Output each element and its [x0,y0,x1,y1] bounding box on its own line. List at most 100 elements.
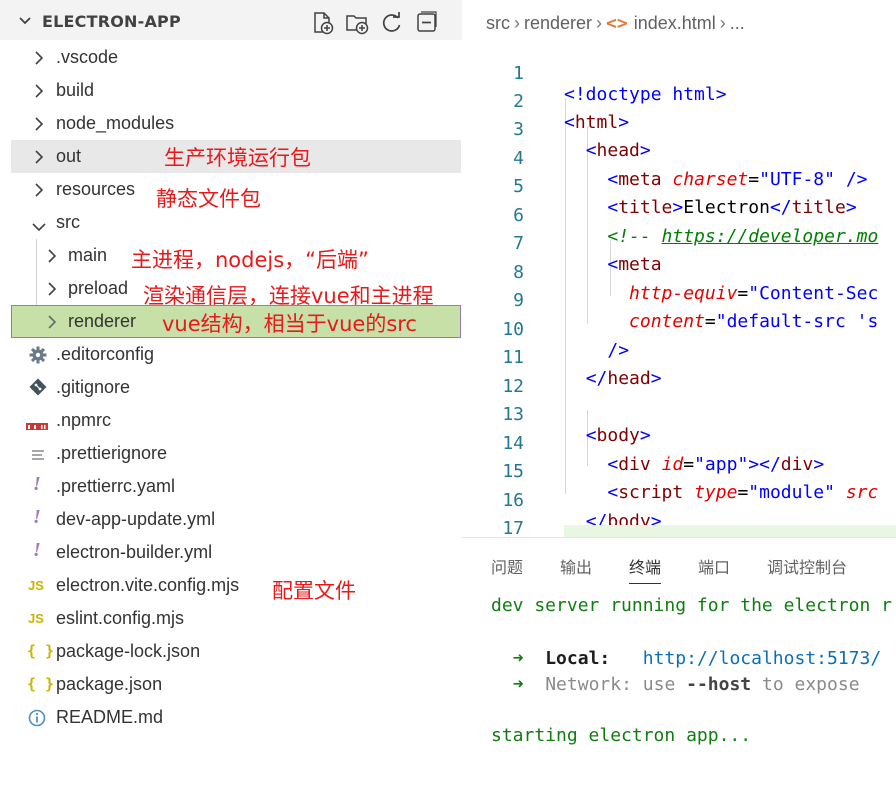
code-line[interactable]: 14 <div id="app"></div> [462,412,896,475]
explorer-panel: ELECTRON-APP .vscode build node_modules … [0,0,462,784]
chevron-down-icon[interactable] [18,13,32,32]
info-icon [28,709,46,732]
tree-item-build[interactable]: build [11,74,461,107]
tab-problems[interactable]: 问题 [491,554,523,578]
yaml-icon: ! [33,473,41,495]
tree-item-dev-app-update[interactable]: ! dev-app-update.yml [11,503,461,536]
tree-item-label: .vscode [56,47,119,67]
breadcrumb: src › renderer › <> index.html ›... [486,13,745,34]
tree-item-src[interactable]: src [11,206,461,239]
code-line[interactable]: 10 /> [462,298,896,361]
line-number: 17 [502,518,524,537]
tree-item-node-modules[interactable]: node_modules [11,107,461,140]
terminal-line: ➜ Local: http://localhost:5173/ [491,648,882,669]
tree-item-vscode[interactable]: .vscode [11,41,461,74]
explorer-header[interactable]: ELECTRON-APP [0,0,462,40]
terminal-line: dev server running for the electron r [491,595,892,616]
tree-item-label: README.md [56,707,164,727]
tree-item-label: electron.vite.config.mjs [56,575,240,595]
json-icon: { } [27,675,55,693]
tree-item-label: .gitignore [56,377,131,397]
arrow-icon: ➜ [512,648,524,669]
new-folder-icon[interactable] [344,10,370,36]
git-icon [29,378,47,401]
code-line[interactable]: 12 [462,355,896,397]
tree-item-label: out [56,146,82,166]
tree-item-label: build [56,80,95,100]
refresh-icon[interactable] [379,10,405,36]
annotation-renderer: vue结构，相当于vue的src [162,312,417,336]
chevron-right-icon [46,314,58,335]
chevron-right-icon [33,83,45,104]
annotation-config: 配置文件 [272,579,356,603]
terminal-link[interactable]: http://localhost:5173/ [643,648,881,669]
terminal-label: Local: [545,648,611,669]
tree-item-package-json[interactable]: { } package.json [11,668,461,701]
chevron-right-icon: › [719,13,726,33]
yaml-icon: ! [33,539,41,561]
code-line[interactable]: 11 </head> [462,326,896,389]
tab-debug-console[interactable]: 调试控制台 [767,554,847,578]
code-line[interactable]: 2 <html> [462,70,896,133]
yaml-icon: ! [33,506,41,528]
tab-terminal[interactable]: 终端 [629,554,662,584]
code-line[interactable]: 1 <!doctype html> [462,42,896,105]
terminal-line: ➜ Network: use --host to expose [491,674,860,695]
tree-item-electron-builder[interactable]: ! electron-builder.yml [11,536,461,569]
chevron-right-icon [33,50,45,71]
tree-item-label: electron-builder.yml [56,542,213,562]
tree-item-package-lock[interactable]: { } package-lock.json [11,635,461,668]
js-icon: JS [28,611,44,626]
tree-item-label: .npmrc [56,410,112,430]
code-editor[interactable]: src › renderer › <> index.html ›... 1 <!doctyp… [462,0,896,537]
terminal-text: --host [686,674,752,695]
tab-output[interactable]: 输出 [560,554,592,578]
tree-item-label: main [68,245,108,265]
code-line[interactable]: 17 </html> [462,497,896,537]
chevron-right-icon: › [514,13,520,33]
breadcrumb-item[interactable]: ... [730,13,745,33]
code-line[interactable]: 7 <meta [462,212,896,275]
terminal-line: starting electron app... [491,725,752,746]
new-file-icon[interactable] [310,10,336,36]
npm-icon [26,415,48,436]
arrow-icon: ➜ [512,674,524,695]
gear-icon [29,346,47,369]
breadcrumb-item[interactable]: src [486,13,510,33]
tree-item-label: eslint.config.mjs [56,608,185,628]
chevron-right-icon [46,281,58,302]
breadcrumb-item[interactable]: index.html [634,13,716,33]
tree-item-readme[interactable]: README.md [11,701,461,734]
chevron-right-icon [33,116,45,137]
tree-item-label: package.json [56,674,163,694]
chevron-right-icon: › [596,13,603,33]
collapse-all-icon[interactable] [414,10,440,36]
code-line[interactable]: 6 <!-- https://developer.mo [462,184,896,247]
tree-item-prettierrc[interactable]: ! .prettierrc.yaml [11,470,461,503]
chevron-right-icon [33,182,45,203]
tree-item-npmrc[interactable]: .npmrc [11,404,461,437]
code-line[interactable]: 13 <body> [462,383,896,446]
tree-item-label: resources [56,179,136,199]
bottom-panel: 问题 输出 终端 端口 调试控制台 dev server running for… [462,537,896,785]
code-line[interactable]: 16 </body> [462,469,896,532]
js-icon: JS [28,578,44,593]
tree-item-prettierignore[interactable]: .prettierignore [11,437,461,470]
explorer-title: ELECTRON-APP [42,12,181,31]
code-line[interactable]: 9 content="default-src 's [462,269,896,332]
tree-item-gitignore[interactable]: .gitignore [11,371,461,404]
html-file-icon: <> [606,13,628,34]
tab-ports[interactable]: 端口 [698,554,730,578]
code-line[interactable]: 3 <head> [462,98,896,161]
code-line[interactable]: 5 <title>Electron</title> [462,155,896,218]
code-line[interactable]: 4 <meta charset="UTF-8" /> [462,127,896,190]
breadcrumb-item[interactable]: renderer [524,13,592,33]
tree-item-label: .prettierrc.yaml [56,476,176,496]
code-line[interactable]: 15 <script type="module" src [462,440,896,503]
tree-item-eslint-config[interactable]: JS eslint.config.mjs [11,602,461,635]
tree-item-electron-vite-config[interactable]: JS electron.vite.config.mjs [11,569,461,602]
chevron-right-icon [33,149,45,170]
code-line[interactable]: 8 http-equiv="Content-Sec [462,241,896,304]
tree-item-editorconfig[interactable]: .editorconfig [11,338,461,371]
tree-item-label: src [56,212,80,232]
